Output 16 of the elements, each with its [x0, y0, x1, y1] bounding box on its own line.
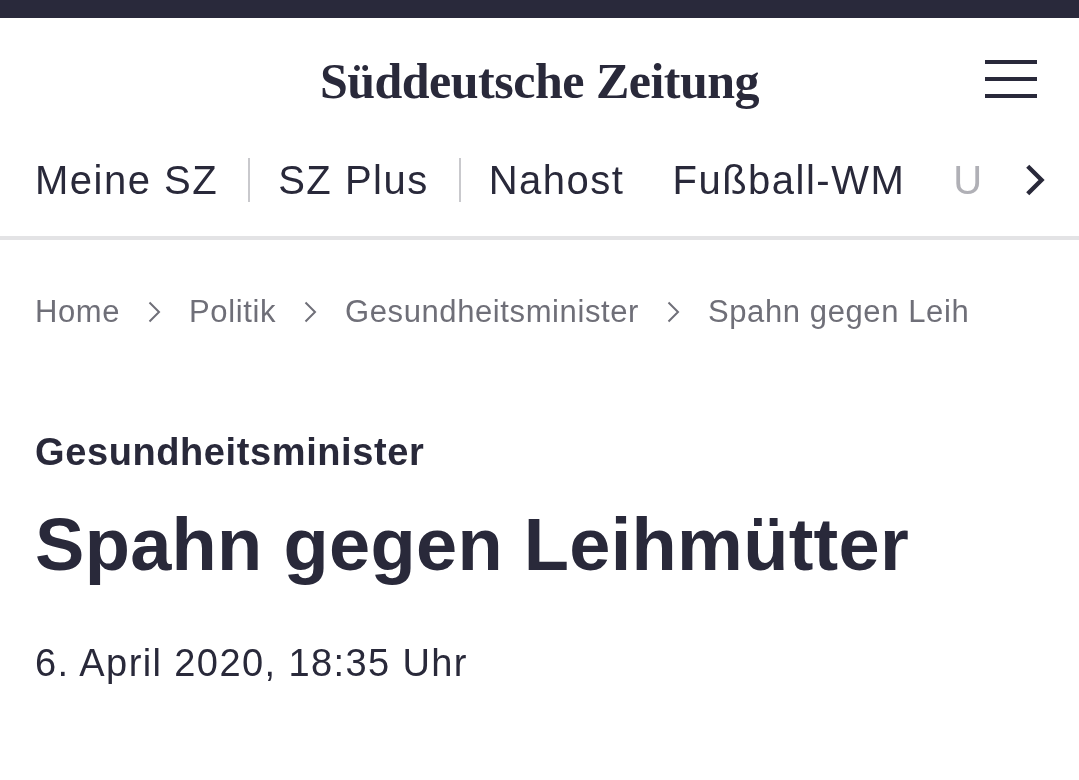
article-headline: Spahn gegen Leihmütter	[34, 503, 911, 587]
menu-icon[interactable]	[985, 60, 1037, 98]
breadcrumb-link[interactable]: Gesundheitsminister	[345, 292, 639, 332]
nav-link[interactable]: Fußball-WM	[672, 156, 906, 204]
breadcrumb-link[interactable]: Home	[35, 292, 121, 332]
nav-link[interactable]: Meine SZ	[35, 156, 219, 204]
chevron-right-icon	[148, 301, 162, 323]
chevron-right-icon	[667, 301, 680, 323]
breadcrumb-link[interactable]: Politik	[189, 292, 276, 332]
nav-link[interactable]: Nahost	[488, 156, 625, 204]
chevron-right-icon	[304, 301, 317, 323]
publish-date: 6. April 2020, 18:35 Uhr	[34, 641, 469, 686]
breadcrumb-link[interactable]: Spahn gegen Leih	[708, 292, 970, 332]
article-kicker: Gesundheitsminister	[34, 430, 426, 474]
nav-link[interactable]: SZ Plus	[278, 156, 429, 204]
chevron-right-icon[interactable]	[1025, 164, 1045, 196]
